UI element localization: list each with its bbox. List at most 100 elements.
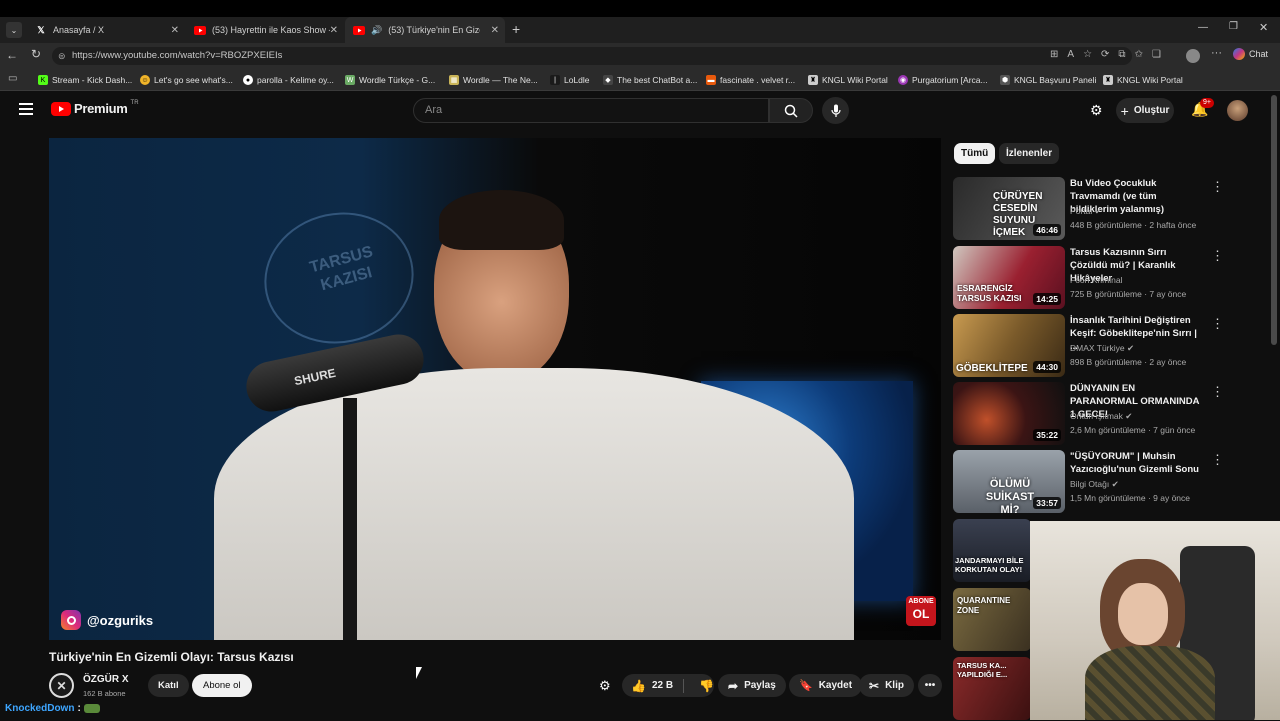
reading-list-icon[interactable]: ▭ <box>8 73 17 84</box>
more-vertical-icon[interactable]: ⋮ <box>1211 179 1224 195</box>
bookmark-item[interactable]: ⬢ KNGL Başvuru Paneli <box>1000 73 1096 87</box>
close-icon[interactable]: ✕ <box>330 25 338 36</box>
bookmark-item[interactable]: ♜ KNGL Wiki Portal <box>1103 73 1183 87</box>
save-button[interactable]: 🔖 Kaydet <box>789 674 863 697</box>
notifications-button[interactable]: 🔔 9+ <box>1191 98 1214 119</box>
youtube-premium-logo[interactable]: Premium TR <box>51 100 139 116</box>
recommendation-item[interactable]: 35:22 DÜNYANIN EN PARANORMAL ORMANINDA 1… <box>953 382 1224 446</box>
recommendation-item[interactable]: GÖBEKLİTEPE 44:30 İnsanlık Tarihini Deği… <box>953 314 1224 378</box>
more-vertical-icon[interactable]: ⋮ <box>1211 384 1224 400</box>
dislike-button[interactable]: 👎 <box>690 679 714 693</box>
share-button[interactable]: ➦ Paylaş <box>718 674 786 697</box>
grid-icon[interactable]: ⊞ <box>1050 49 1058 60</box>
close-icon[interactable]: ✕ <box>171 25 179 36</box>
more-vertical-icon[interactable]: ⋮ <box>1211 316 1224 332</box>
search-input[interactable]: Ara <box>413 98 769 123</box>
velvet-icon: ▬ <box>706 75 716 85</box>
translate-icon[interactable]: A <box>1067 49 1074 60</box>
video-thumbnail[interactable]: 35:22 <box>953 382 1065 445</box>
channel-name[interactable]: ÖZGÜR X <box>83 674 129 685</box>
kngl-panel-icon: ⬢ <box>1000 75 1010 85</box>
bookmark-item[interactable]: ▦ Wordle — The Ne... <box>449 73 538 87</box>
close-window-icon[interactable]: ✕ <box>1259 21 1268 34</box>
video-player[interactable]: TARSUS KAZISI SHURE @ozguriks ABONE OL <box>49 138 941 640</box>
refresh-icon[interactable]: ↻ <box>31 47 41 61</box>
video-meta: 2,6 Mn görüntüleme · 7 gün önce <box>1070 425 1196 435</box>
channel-name[interactable]: Portal ✔ <box>1070 206 1102 217</box>
like-button[interactable]: 👍 22 B <box>622 679 677 693</box>
bookmarks-bar: ▭ K Stream - Kick Dash... ☺ Let's go see w… <box>0 69 1280 91</box>
copilot-chat-button[interactable]: Chat <box>1233 48 1268 60</box>
duration-badge: 35:22 <box>1033 429 1061 441</box>
tab-list-chevron-icon[interactable]: ⌄ <box>6 22 22 38</box>
page-scrollbar[interactable] <box>1271 95 1277 345</box>
join-button[interactable]: Katıl <box>148 674 189 697</box>
video-thumbnail[interactable]: ESRARENGİZ TARSUS KAZISI 14:25 <box>953 246 1065 309</box>
chip-all[interactable]: Tümü <box>954 143 996 164</box>
logo-text: Premium <box>74 101 128 116</box>
site-info-icon[interactable]: ⊜ <box>58 47 66 65</box>
favorites-icon[interactable]: ✩ <box>1135 49 1143 60</box>
hamburger-menu-icon[interactable] <box>19 103 33 115</box>
speaker-icon[interactable]: 🔊 <box>371 25 382 36</box>
bookmark-item[interactable]: K Stream - Kick Dash... <box>38 73 132 87</box>
browser-tab-bar: ⌄ 𝕏 Anasayfa / X ✕ (53) Hayrettin ile Ka… <box>0 17 1280 43</box>
voice-search-button[interactable] <box>822 97 849 124</box>
account-avatar[interactable] <box>1227 100 1248 121</box>
url-field[interactable]: ⊜ https://www.youtube.com/watch?v=RBOZPX… <box>52 47 1132 65</box>
youtube-play-icon <box>51 101 71 116</box>
channel-name[interactable]: Bilgi Otağı ✔ <box>1070 479 1119 490</box>
tab-x-home[interactable]: 𝕏 Anasayfa / X ✕ <box>27 17 185 43</box>
extension-gear-icon-small[interactable]: ⚙ <box>599 678 611 694</box>
more-actions-button[interactable]: ••• <box>918 674 942 697</box>
tab-kaos-show[interactable]: (53) Hayrettin ile Kaos Show - 2.S ✕ <box>186 17 344 43</box>
share-label: Paylaş <box>744 680 776 691</box>
tab-turkiye-active[interactable]: 🔊 (53) Türkiye'nin En Gizemli Ol ✕ <box>345 17 505 43</box>
bookmark-item[interactable]: ♜ KNGL Wiki Portal <box>808 73 888 87</box>
video-thumbnail[interactable]: ÇÜRÜYEN CESEDİN SUYUNU İÇMEK 46:46 <box>953 177 1065 240</box>
minimize-icon[interactable]: — <box>1198 22 1208 33</box>
channel-avatar[interactable]: ✕ <box>49 673 74 698</box>
bookmark-item[interactable]: ☺ Let's go see what's... <box>140 73 233 87</box>
verified-icon: ✔ <box>1111 479 1119 489</box>
bookmark-item[interactable]: ● parolla - Kelime oy... <box>243 73 334 87</box>
profile-avatar[interactable] <box>1186 49 1200 63</box>
channel-name[interactable]: Foon Kriminal <box>1070 275 1122 285</box>
new-tab-button[interactable]: + <box>512 21 520 37</box>
search-button[interactable] <box>769 98 813 123</box>
chip-watched[interactable]: İzlenenler <box>999 143 1060 164</box>
channel-name[interactable]: DMAX Türkiye ✔ <box>1070 343 1134 354</box>
more-vertical-icon[interactable]: ⋮ <box>1211 248 1224 264</box>
bookmark-item[interactable]: ◉ Purgatorium [Arca... <box>898 73 988 87</box>
bookmark-item[interactable]: W Wordle Türkçe - G... <box>345 73 435 87</box>
bookmark-label: KNGL Wiki Portal <box>1117 75 1183 85</box>
video-thumbnail[interactable]: QUARANTINE ZONE <box>953 588 1031 651</box>
more-icon[interactable]: ··· <box>1211 47 1222 59</box>
bookmark-item[interactable]: ◆ The best ChatBot a... <box>603 73 697 87</box>
video-thumbnail[interactable]: JANDARMAYI BİLE KORKUTAN OLAY! <box>953 519 1031 582</box>
clip-button[interactable]: ✂ Klip <box>859 674 914 697</box>
collections-icon[interactable]: ❏ <box>1152 49 1161 60</box>
recommendation-item[interactable]: ÖLÜMÜ SUİKAST Mİ? 33:57 "ÜŞÜYORUM" | Muh… <box>953 450 1224 514</box>
video-thumbnail[interactable]: TARSUS KA... YAPILDIĞI E... <box>953 657 1031 720</box>
video-title[interactable]: "ÜŞÜYORUM" | Muhsin Yazıcıoğlu'nun Gizem… <box>1070 450 1205 476</box>
video-thumbnail[interactable]: GÖBEKLİTEPE 44:30 <box>953 314 1065 377</box>
back-icon[interactable]: ← <box>6 48 18 62</box>
subscribe-button[interactable]: Abone ol <box>192 674 252 697</box>
bookmark-item[interactable]: | LoLdle <box>550 73 590 87</box>
chatbot-icon: ◆ <box>603 75 613 85</box>
bookmark-label: The best ChatBot a... <box>617 75 698 85</box>
channel-name[interactable]: Orkun Işıtmak ✔ <box>1070 411 1132 422</box>
close-icon[interactable]: ✕ <box>491 25 499 36</box>
create-button[interactable]: + Oluştur <box>1116 98 1174 123</box>
bookmark-item[interactable]: ▬ fascinate . velvet r... <box>706 73 795 87</box>
maximize-icon[interactable]: ❐ <box>1229 21 1238 32</box>
recommendation-item[interactable]: ESRARENGİZ TARSUS KAZISI 14:25 Tarsus Ka… <box>953 246 1224 310</box>
more-vertical-icon[interactable]: ⋮ <box>1211 452 1224 468</box>
refresh-page-icon[interactable]: ⟳ <box>1101 49 1109 60</box>
video-thumbnail[interactable]: ÖLÜMÜ SUİKAST Mİ? 33:57 <box>953 450 1065 513</box>
favorite-star-icon[interactable]: ☆ <box>1083 49 1092 60</box>
extensions-icon[interactable]: ⧉ <box>1118 49 1125 60</box>
recommendation-item[interactable]: ÇÜRÜYEN CESEDİN SUYUNU İÇMEK 46:46 Bu Vi… <box>953 177 1224 241</box>
extension-gear-icon[interactable]: ⚙ <box>1090 102 1103 119</box>
